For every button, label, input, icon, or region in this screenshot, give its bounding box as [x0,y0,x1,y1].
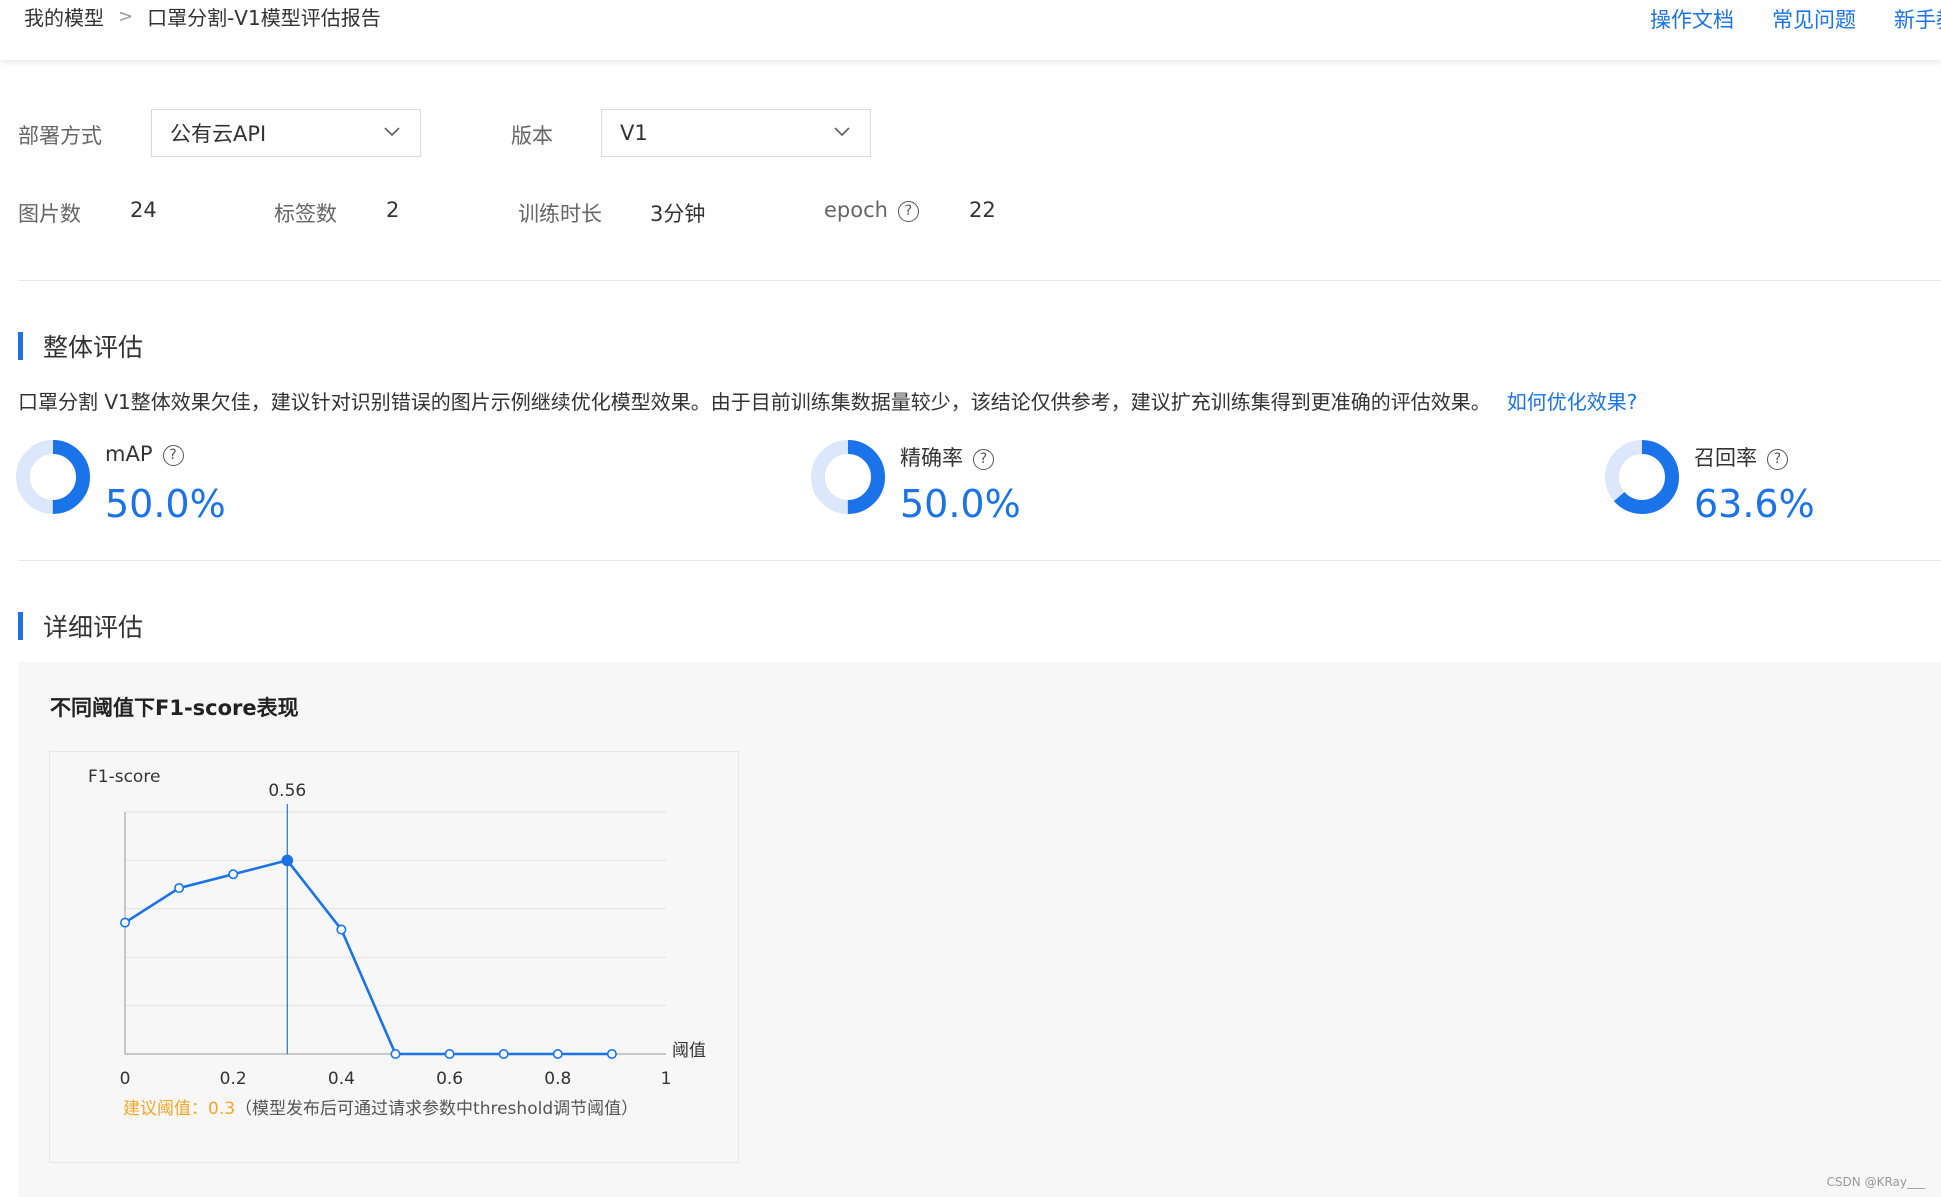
help-icon[interactable]: ? [1767,449,1788,470]
metric-precision-name: 精确率 [900,446,963,470]
x-tick-label: 0.6 [436,1069,463,1089]
title-accent-bar [18,332,23,360]
suggest-value: 0.3 [208,1099,235,1119]
data-point[interactable] [120,917,131,928]
metric-precision-label: 精确率? [900,442,994,472]
x-tick-label: 0 [120,1069,131,1089]
deploy-label: 部署方式 [18,124,102,148]
chart-title: 不同阈值下F1-score表现 [50,696,299,720]
metric-map-value: 50.0% [105,482,226,526]
tags-value: 2 [386,198,400,222]
deploy-select[interactable]: 公有云API [151,109,421,157]
images-label: 图片数 [18,202,81,226]
watermark: CSDN @KRay___ [1826,1175,1925,1189]
suggest-threshold-text: 建议阈值：0.3（模型发布后可通过请求参数中threshold调节阈值） [123,1099,638,1119]
f1-chart-container: F1-score 阈值 0 0.2 0.4 0.6 0.8 1 0.56 建议阈值：0.3… [49,751,739,1163]
epoch-value: 22 [969,198,996,222]
overall-summary: 口罩分割 V1整体效果欠佳，建议针对识别错误的图片示例继续优化模型效果。由于目前… [18,386,1637,415]
help-icon[interactable]: ? [973,449,994,470]
chart-gridlines [125,811,666,1007]
metric-recall: 召回率? 63.6% [1603,438,1941,528]
tags-label: 标签数 [274,202,337,226]
top-bar: 我的模型 > 口罩分割-V1模型评估报告 操作文档 常见问题 新手教程 [0,0,1941,60]
metric-recall-label: 召回率? [1694,442,1788,472]
summary-text: 口罩分割 V1整体效果欠佳，建议针对识别错误的图片示例继续优化模型效果。由于目前… [18,390,1491,414]
docs-link[interactable]: 操作文档 [1650,4,1734,34]
suggest-label: 建议阈值： [123,1099,208,1119]
help-icon[interactable]: ? [162,445,184,466]
data-point[interactable] [228,869,239,880]
y-axis-label: F1-score [88,767,160,787]
threshold-marker-label: 0.56 [268,781,306,801]
detail-title-text: 详细评估 [43,613,144,642]
faq-link[interactable]: 常见问题 [1772,4,1856,34]
x-axis-label: 阈值 [672,1041,706,1061]
epoch-label: epoch? [824,198,919,222]
optimize-link[interactable]: 如何优化效果? [1507,390,1638,414]
suggest-note: （模型发布后可通过请求参数中threshold调节阈值） [235,1099,638,1119]
metric-precision: 精确率? 50.0% [809,438,1229,528]
overall-title-text: 整体评估 [43,333,144,362]
f1-score-line-chart: F1-score 阈值 0 0.2 0.4 0.6 0.8 1 0.56 建议阈值：0.3… [88,767,706,1119]
breadcrumb: 我的模型 > 口罩分割-V1模型评估报告 [24,2,381,31]
map-donut-chart [16,440,90,514]
metric-map: mAP? 50.0% [14,438,434,528]
metric-precision-value: 50.0% [900,482,1021,526]
data-point[interactable] [444,1048,455,1059]
images-value: 24 [130,198,157,222]
version-label: 版本 [511,124,553,148]
duration-value: 3分钟 [650,202,706,226]
recall-donut-chart [1605,440,1679,514]
deploy-select-value: 公有云API [170,122,267,146]
data-point[interactable] [281,854,294,867]
duration-label: 训练时长 [518,202,602,226]
x-tick-label: 0.4 [328,1069,355,1089]
data-point[interactable] [498,1048,509,1059]
x-tick-label: 1 [661,1069,672,1089]
precision-donut-chart [811,440,885,514]
chevron-down-icon [384,127,400,137]
breadcrumb-root-link[interactable]: 我的模型 [24,2,104,31]
epoch-label-text: epoch [824,198,888,222]
data-point[interactable] [174,883,185,894]
x-tick-labels: 0 0.2 0.4 0.6 0.8 1 [120,1069,672,1089]
data-point[interactable] [390,1048,401,1059]
breadcrumb-current: 口罩分割-V1模型评估报告 [147,6,381,30]
help-icon[interactable]: ? [897,201,919,222]
x-tick-label: 0.8 [544,1069,571,1089]
x-tick-label: 0.2 [220,1069,247,1089]
tutorial-link[interactable]: 新手教程 [1894,4,1941,34]
detail-panel: 不同阈值下F1-score表现 F1-score 阈值 0 0.2 0.4 0.6 0.… [18,662,1941,1197]
overall-section-title: 整体评估 [18,328,143,364]
metric-recall-value: 63.6% [1694,482,1815,526]
chevron-down-icon [834,127,850,137]
divider [18,280,1941,281]
metric-recall-name: 召回率 [1694,446,1757,470]
detail-section-title: 详细评估 [18,608,143,644]
version-select-value: V1 [620,121,648,145]
data-point[interactable] [606,1048,617,1059]
data-point[interactable] [552,1048,563,1059]
version-select[interactable]: V1 [601,109,871,157]
title-accent-bar [18,612,23,640]
data-point[interactable] [336,924,347,935]
breadcrumb-separator: > [118,6,134,27]
metric-map-label: mAP? [105,442,184,466]
divider [18,560,1941,561]
metric-map-name: mAP [105,442,153,466]
top-links: 操作文档 常见问题 新手教程 [1650,4,1941,34]
